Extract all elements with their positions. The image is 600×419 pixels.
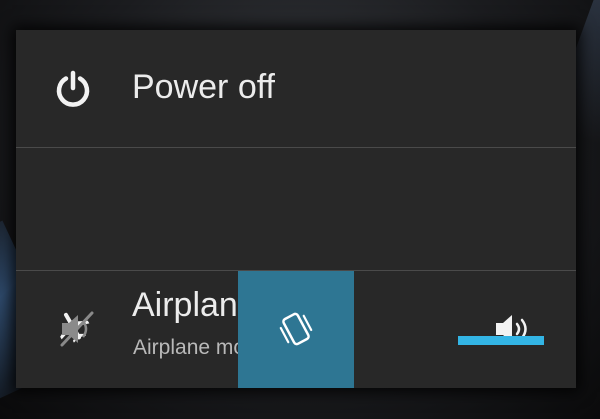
speaker-muted-icon — [60, 311, 94, 347]
power-off-label: Power off — [132, 68, 276, 106]
power-icon — [56, 70, 90, 107]
selected-mode-indicator — [458, 336, 544, 345]
sound-mode-selector — [16, 271, 576, 388]
vibrate-mode-button[interactable] — [238, 271, 354, 388]
sound-on-mode-button[interactable] — [456, 271, 572, 388]
silent-mode-button[interactable] — [20, 271, 136, 388]
airplane-mode-item[interactable]: Airplane mode Airplane mode is OFF — [16, 148, 576, 359]
vibrate-phone-icon — [279, 312, 313, 346]
power-off-item[interactable]: Power off — [16, 30, 576, 147]
global-actions-dialog: Power off Airplane mode Airplane mode is… — [16, 30, 576, 388]
